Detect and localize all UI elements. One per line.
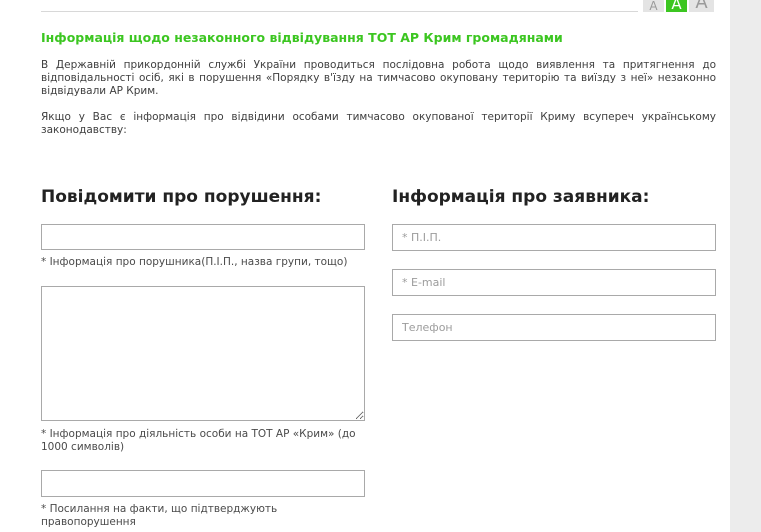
font-size-small-button[interactable]: A: [643, 0, 664, 12]
top-divider: [41, 11, 638, 12]
applicant-email-input[interactable]: [392, 269, 716, 296]
applicant-phone-input[interactable]: [392, 314, 716, 341]
font-size-switcher: A A A: [643, 0, 714, 12]
activity-textarea[interactable]: [41, 286, 365, 421]
activity-hint: * Інформація про діяльність особи на ТОТ…: [41, 428, 356, 453]
applicant-section-title: Інформація про заявника:: [392, 187, 650, 207]
font-size-large-button[interactable]: A: [689, 0, 714, 12]
violator-hint: * Інформація про порушника(П.І.П., назва…: [41, 256, 348, 268]
evidence-hint: * Посилання на факти, що підтверджують п…: [41, 503, 278, 528]
font-size-medium-button[interactable]: A: [666, 0, 687, 12]
report-section-title: Повідомити про порушення:: [41, 187, 322, 207]
applicant-name-input[interactable]: [392, 224, 716, 251]
intro-call-to-action: Якщо у Вас є інформація про відвідини ос…: [41, 111, 716, 136]
evidence-input[interactable]: [41, 470, 365, 497]
violator-input[interactable]: [41, 224, 365, 250]
page-title: Інформація щодо незаконного відвідування…: [41, 30, 563, 45]
intro-paragraph: В Державній прикордонній службі України …: [41, 59, 716, 97]
page-side-rail: [730, 0, 761, 532]
